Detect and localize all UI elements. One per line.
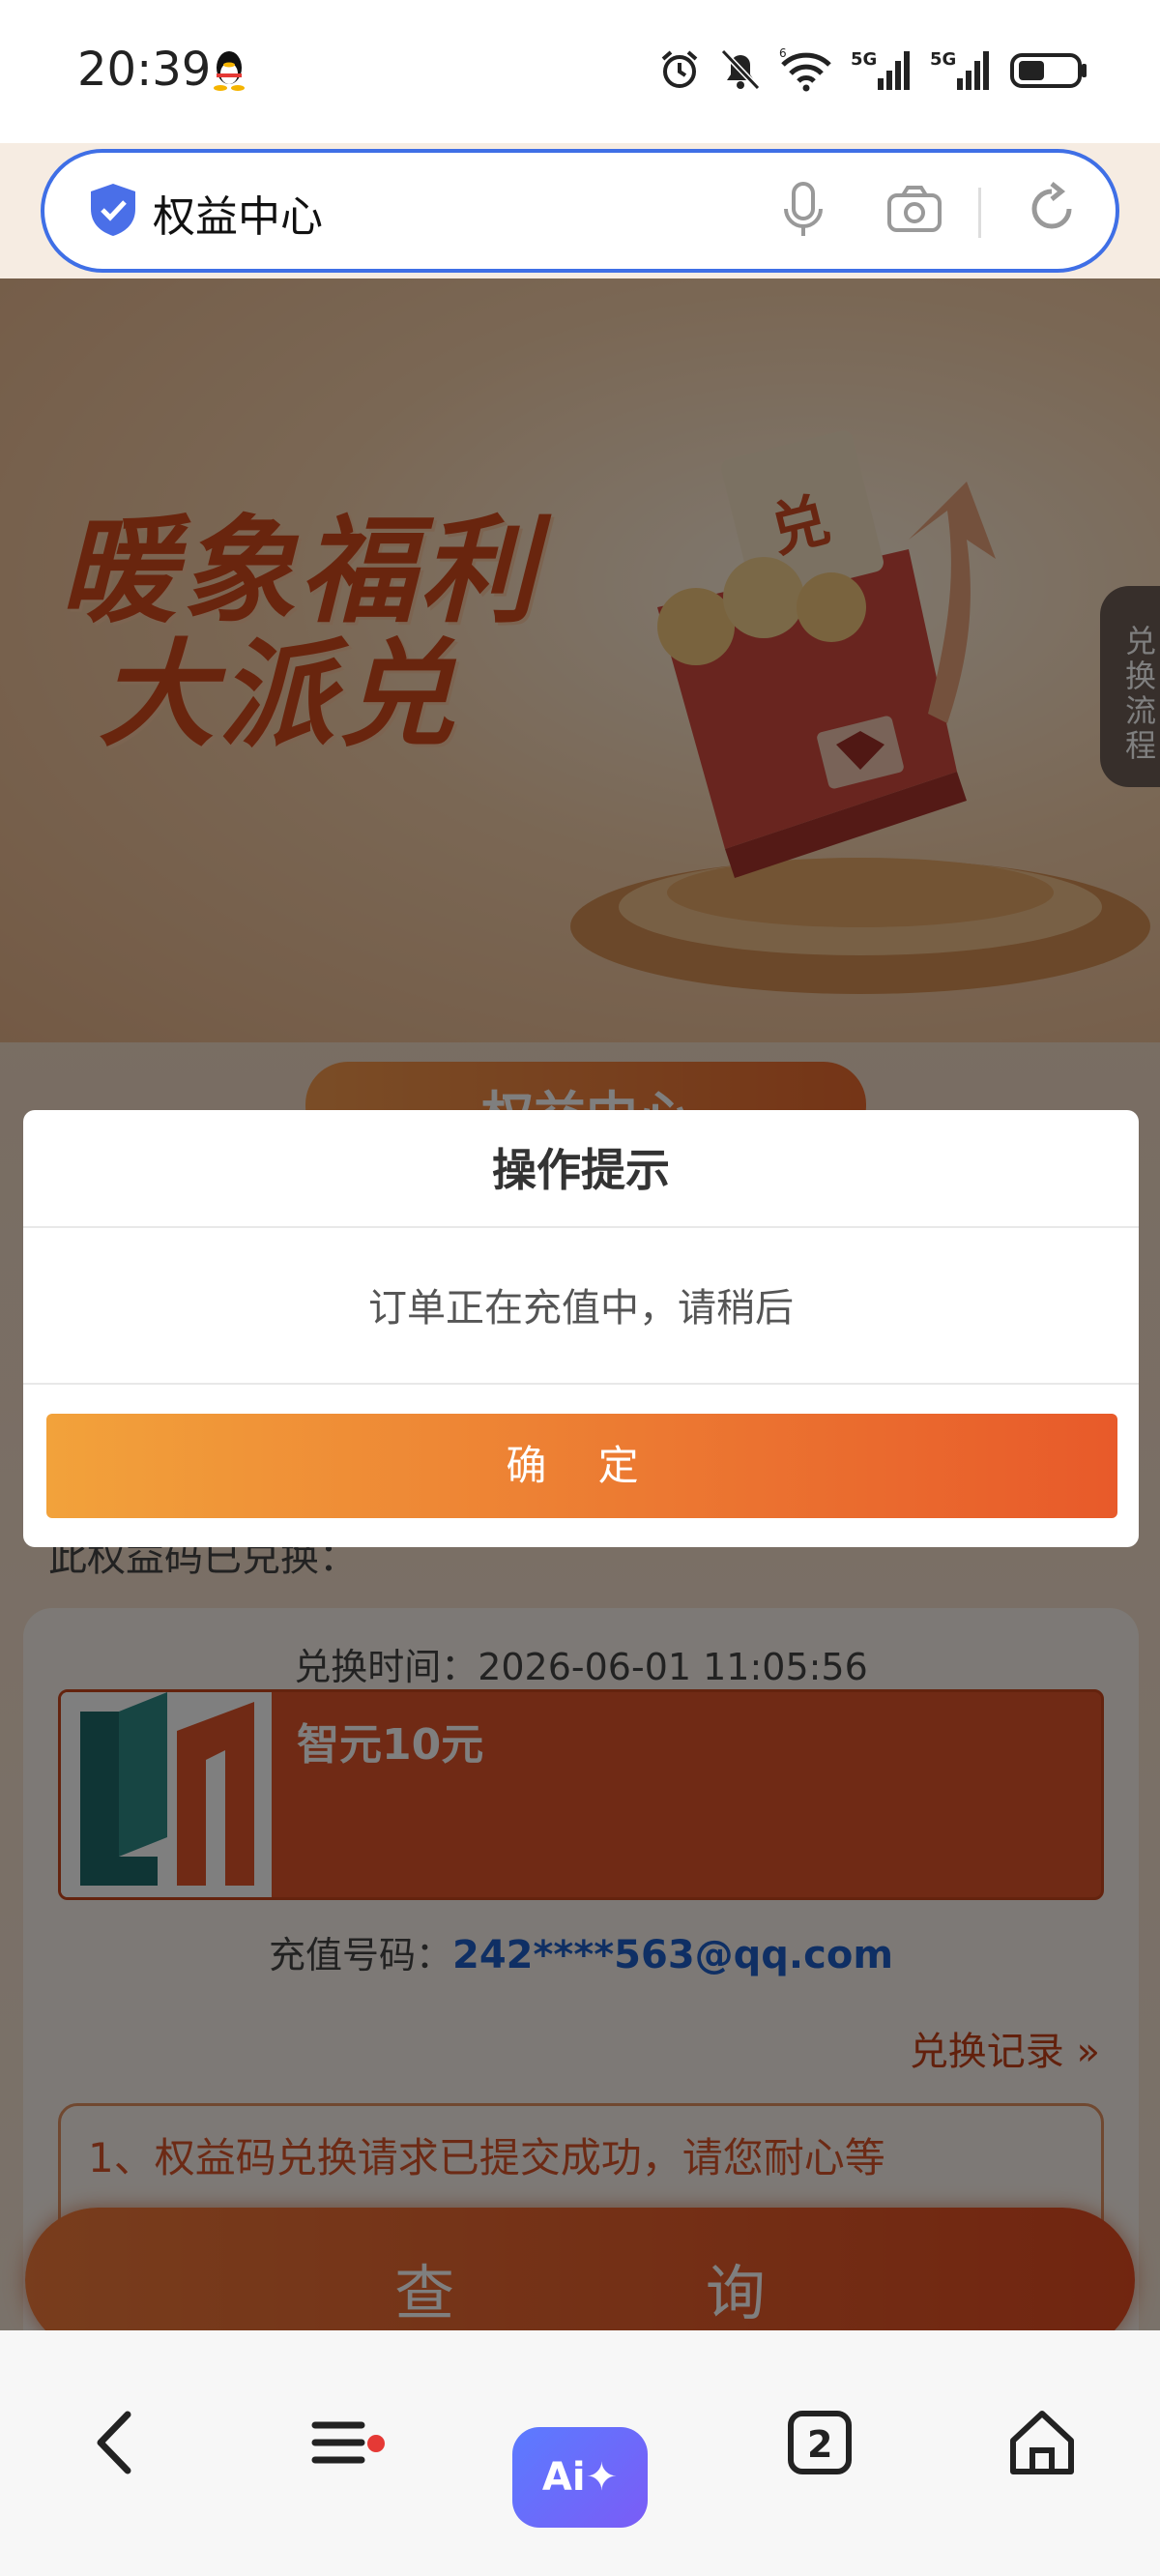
back-icon: [97, 2411, 131, 2474]
address-divider: [978, 188, 981, 238]
dialog-title: 操作提示: [492, 1144, 670, 1196]
svg-text:2: 2: [807, 2423, 832, 2466]
ai-assistant-button[interactable]: Ai✦: [512, 2427, 648, 2528]
mute-icon: [720, 48, 761, 91]
notification-dot: [367, 2435, 385, 2452]
svg-text:6: 6: [779, 47, 787, 60]
confirm-button[interactable]: 确 定: [46, 1414, 1117, 1518]
signal-5g-icon: 5G: [851, 49, 910, 90]
page-title[interactable]: 权益中心: [153, 182, 323, 244]
battery-icon: [1010, 53, 1087, 88]
tabs-icon: 2: [788, 2411, 852, 2474]
back-button[interactable]: [58, 2385, 174, 2501]
status-icons: 6 5G 5G: [657, 46, 1088, 93]
operation-tip-dialog: 操作提示 订单正在充值中，请稍后 确 定: [23, 1110, 1139, 1547]
microphone-icon[interactable]: [779, 180, 827, 242]
tabs-button[interactable]: 2: [762, 2385, 878, 2501]
status-bar: 20:39 6 5G 5G: [0, 0, 1160, 143]
qq-penguin-icon: [214, 51, 245, 91]
dialog-message: 订单正在充值中，请稍后: [368, 1286, 794, 1331]
address-bar[interactable]: 权益中心: [41, 149, 1119, 273]
refresh-icon[interactable]: [1023, 180, 1081, 238]
alarm-icon: [661, 50, 698, 88]
status-time: 20:39: [77, 43, 212, 97]
menu-icon: [311, 2421, 365, 2464]
camera-icon[interactable]: [885, 182, 943, 236]
dialog-divider: [23, 1383, 1139, 1385]
bottom-nav: Ai✦ 2: [0, 2330, 1160, 2576]
dialog-divider: [23, 1226, 1139, 1228]
home-icon: [1010, 2411, 1074, 2474]
svg-text:5G: 5G: [851, 49, 877, 70]
signal-5g-icon: 5G: [930, 49, 989, 90]
home-button[interactable]: [984, 2385, 1100, 2501]
wifi-6-icon: 6: [779, 47, 831, 92]
shield-check-icon: [91, 184, 135, 236]
svg-text:5G: 5G: [930, 49, 956, 70]
